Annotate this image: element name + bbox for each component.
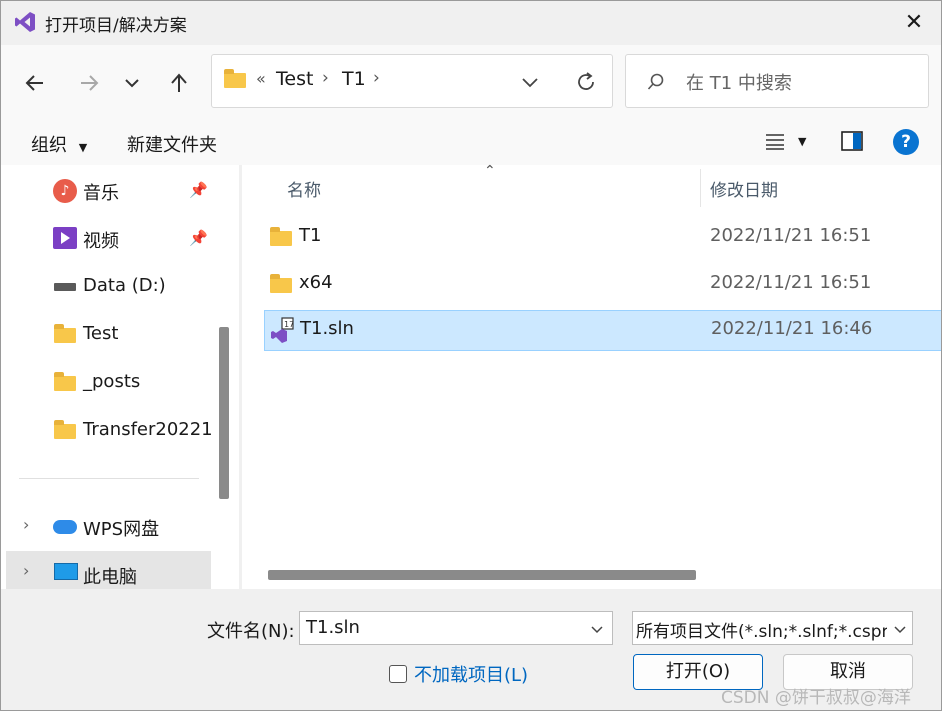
nav-item-posts[interactable]: _posts <box>1 359 213 405</box>
close-icon: ✕ <box>904 10 924 35</box>
forward-arrow-icon[interactable] <box>77 71 101 95</box>
breadcrumb-separator-icon[interactable]: › <box>373 68 380 88</box>
nav-divider <box>19 478 199 479</box>
filename-label: 文件名(N): <box>207 621 295 642</box>
no-load-label[interactable]: 不加载项目(L) <box>414 661 528 687</box>
folder-icon <box>224 69 246 88</box>
organize-label: 组织 <box>31 135 67 156</box>
folder-icon <box>54 420 76 439</box>
recent-locations-chevron-icon[interactable] <box>123 74 141 92</box>
search-box[interactable]: 在 T1 中搜索 <box>625 54 929 108</box>
file-date: 2022/11/21 16:51 <box>710 272 872 293</box>
view-options-button[interactable] <box>765 131 785 155</box>
file-date: 2022/11/21 16:51 <box>710 225 872 246</box>
folder-icon <box>54 324 76 343</box>
column-header-date[interactable]: 修改日期 <box>710 176 778 201</box>
navigation-pane: ♪ 音乐 📌 视频 📌 Data (D:) Test _posts Transf… <box>1 165 239 589</box>
file-row-selected[interactable]: 17 T1.sln 2022/11/21 16:46 <box>264 310 941 351</box>
list-scrollbar-thumb[interactable] <box>268 570 696 580</box>
nav-item-label: Data (D:) <box>83 275 166 296</box>
breadcrumb-overflow[interactable]: « <box>256 69 266 88</box>
filetype-select[interactable]: 所有项目文件(*.sln;*.slnf;*.cspr <box>632 611 913 645</box>
folder-icon <box>270 274 292 293</box>
visual-studio-icon <box>15 12 35 32</box>
file-row[interactable]: T1 2022/11/21 16:51 <box>264 217 940 257</box>
search-placeholder: 在 T1 中搜索 <box>686 73 792 94</box>
nav-item-label: 此电脑 <box>83 567 137 588</box>
nav-item-data-drive[interactable]: Data (D:) <box>1 263 213 309</box>
file-name: x64 <box>299 272 333 293</box>
nav-item-test[interactable]: Test <box>1 311 213 357</box>
sort-ascending-icon: ⌃ <box>484 163 496 179</box>
navigation-bar: « Test › T1 › 在 T1 中搜索 <box>1 45 941 119</box>
music-icon: ♪ <box>53 179 77 203</box>
svg-text:17: 17 <box>284 320 294 329</box>
nav-item-music[interactable]: ♪ 音乐 📌 <box>1 167 213 213</box>
filename-value: T1.sln <box>306 617 360 638</box>
nav-item-label: 视频 <box>83 231 119 252</box>
details-view-icon <box>766 134 784 150</box>
cloud-icon <box>53 520 77 534</box>
video-icon <box>53 227 77 249</box>
refresh-icon[interactable] <box>574 70 598 94</box>
filetype-dropdown-icon <box>894 626 906 634</box>
nav-scrollbar-thumb[interactable] <box>219 327 229 499</box>
nav-item-transfer[interactable]: Transfer202211 <box>1 407 213 453</box>
organize-button[interactable]: 组织 ▼ <box>31 131 87 157</box>
filename-dropdown-icon[interactable] <box>590 622 604 636</box>
new-folder-button[interactable]: 新建文件夹 <box>127 131 217 157</box>
search-icon <box>647 73 664 90</box>
help-icon[interactable]: ? <box>893 129 919 155</box>
folder-icon <box>270 227 292 246</box>
computer-icon <box>54 563 78 580</box>
file-list-pane: ⌃ 名称 修改日期 T1 2022/11/21 16:51 x64 2022/1… <box>242 163 941 589</box>
file-date: 2022/11/21 16:46 <box>711 318 873 339</box>
caret-down-icon: ▼ <box>78 141 88 154</box>
back-arrow-icon[interactable] <box>23 71 47 95</box>
breadcrumb-test[interactable]: Test <box>276 68 313 90</box>
column-header-name[interactable]: 名称 <box>287 176 321 201</box>
no-load-checkbox[interactable] <box>389 665 407 683</box>
filetype-dropdown-button[interactable] <box>887 612 912 644</box>
breadcrumb-t1[interactable]: T1 <box>342 68 366 90</box>
drive-icon <box>54 283 76 291</box>
nav-item-this-pc[interactable]: › 此电脑 <box>6 551 211 589</box>
folder-icon <box>54 372 76 391</box>
open-project-dialog: 打开项目/解决方案 ✕ « Test › T1 › 在 T1 中搜索 组织 ▼ … <box>0 0 942 711</box>
view-options-caret-icon[interactable]: ▼ <box>798 135 806 148</box>
breadcrumb-separator-icon[interactable]: › <box>322 68 329 88</box>
up-arrow-icon[interactable] <box>167 71 191 95</box>
expand-chevron-icon[interactable]: › <box>23 561 29 580</box>
address-history-chevron-icon[interactable] <box>520 72 540 92</box>
close-button[interactable]: ✕ <box>891 5 937 41</box>
window-title: 打开项目/解决方案 <box>45 16 187 36</box>
expand-chevron-icon[interactable]: › <box>23 515 29 534</box>
dialog-footer: 文件名(N): T1.sln 所有项目文件(*.sln;*.slnf;*.csp… <box>1 589 941 710</box>
solution-file-icon: 17 <box>271 317 294 343</box>
pin-icon[interactable]: 📌 <box>189 229 208 247</box>
file-name: T1 <box>299 225 322 246</box>
file-name: T1.sln <box>300 318 354 339</box>
file-row[interactable]: x64 2022/11/21 16:51 <box>264 264 940 304</box>
nav-item-label: Transfer202211 <box>83 419 213 440</box>
nav-item-wps-drive[interactable]: › WPS网盘 <box>1 503 213 549</box>
nav-item-label: 音乐 <box>83 183 119 204</box>
command-bar: 组织 ▼ 新建文件夹 ▼ ? <box>1 119 941 165</box>
pin-icon[interactable]: 📌 <box>189 181 208 199</box>
nav-item-label: WPS网盘 <box>83 519 160 540</box>
column-divider[interactable] <box>700 169 701 207</box>
watermark: CSDN @饼干叔叔@海洋 <box>721 688 911 708</box>
preview-pane-icon[interactable] <box>841 131 863 151</box>
nav-item-label: _posts <box>83 371 141 392</box>
address-box[interactable]: « Test › T1 › <box>211 54 613 108</box>
nav-item-video[interactable]: 视频 📌 <box>1 215 213 261</box>
filename-input[interactable]: T1.sln <box>299 611 613 645</box>
filetype-value: 所有项目文件(*.sln;*.slnf;*.cspr <box>636 622 889 642</box>
title-bar: 打开项目/解决方案 ✕ <box>1 1 941 45</box>
nav-item-label: Test <box>83 323 119 344</box>
